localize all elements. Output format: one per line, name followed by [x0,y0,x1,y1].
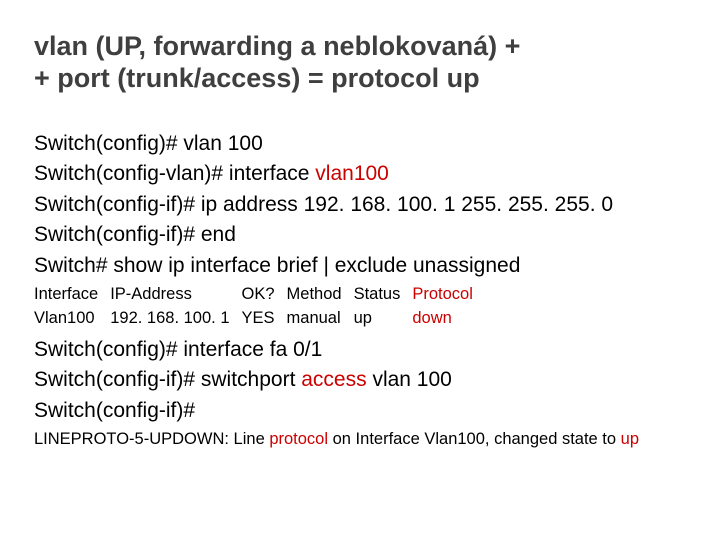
td-ok: YES [242,307,287,331]
td-protocol: down [412,307,485,331]
th-ip: IP-Address [110,283,241,307]
cli-line: Switch(config)# interface fa 0/1 [34,335,686,365]
slide: vlan (UP, forwarding a neblokovaná) + + … [0,0,720,462]
title-line-1: vlan (UP, forwarding a neblokovaná) + [34,30,686,62]
cli-line: Switch# show ip interface brief | exclud… [34,251,686,281]
cli-block-2: Switch(config)# interface fa 0/1 Switch(… [34,335,686,426]
th-ok: OK? [242,283,287,307]
highlight-vlan100: vlan100 [315,162,389,185]
cli-line: Switch(config)# vlan 100 [34,129,686,159]
table-row: Vlan100 192. 168. 100. 1 YES manual up d… [34,307,485,331]
table-row: Interface IP-Address OK? Method Status P… [34,283,485,307]
th-interface: Interface [34,283,110,307]
highlight-access: access [301,368,366,391]
td-status: up [354,307,413,331]
td-ip: 192. 168. 100. 1 [110,307,241,331]
td-method: manual [287,307,354,331]
th-method: Method [287,283,354,307]
slide-title: vlan (UP, forwarding a neblokovaná) + + … [34,30,686,95]
title-line-2: + port (trunk/access) = protocol up [34,62,686,94]
th-status: Status [354,283,413,307]
cli-line: Switch(config-if)# switchport access vla… [34,365,686,395]
cli-line: Switch(config-vlan)# interface vlan100 [34,159,686,189]
cli-line: Switch(config-if)# ip address 192. 168. … [34,190,686,220]
highlight-protocol: protocol [269,430,328,448]
cli-line: Switch(config-if)# end [34,220,686,250]
syslog-line: LINEPROTO-5-UPDOWN: Line protocol on Int… [34,428,686,452]
cli-block-1: Switch(config)# vlan 100 Switch(config-v… [34,129,686,281]
interface-table: Interface IP-Address OK? Method Status P… [34,283,485,331]
highlight-up: up [621,430,639,448]
th-protocol: Protocol [412,283,485,307]
td-interface: Vlan100 [34,307,110,331]
cli-line: Switch(config-if)# [34,396,686,426]
